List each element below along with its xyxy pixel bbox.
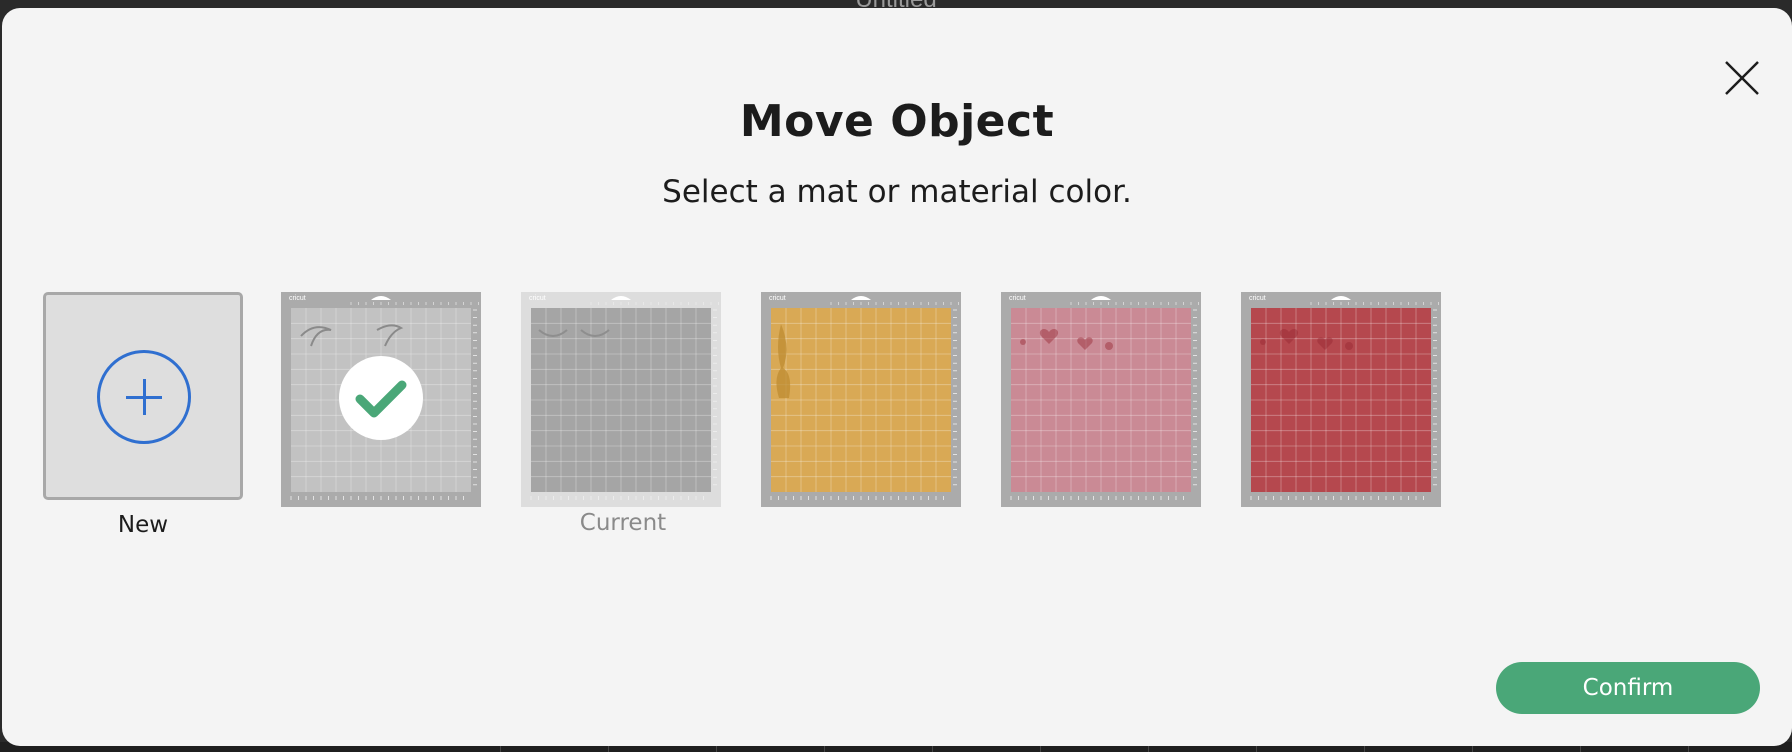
svg-text:cricut: cricut xyxy=(1009,295,1026,302)
mat-tile-5[interactable]: cricut xyxy=(1241,292,1441,507)
dialog-subtitle: Select a mat or material color. xyxy=(662,174,1132,210)
plus-circle-icon xyxy=(97,350,191,444)
selected-check-icon xyxy=(339,356,423,440)
svg-text:cricut: cricut xyxy=(769,295,786,302)
new-mat-tile[interactable] xyxy=(43,292,243,500)
current-mat-label: Current xyxy=(579,510,667,536)
close-icon[interactable] xyxy=(1722,58,1762,98)
mat-tile-3[interactable]: cricut xyxy=(761,292,961,507)
dialog-title: Move Object xyxy=(739,96,1055,147)
move-object-dialog: Move Object Select a mat or material col… xyxy=(2,8,1792,746)
mat-tile-2[interactable]: cricut xyxy=(521,292,721,507)
mat-tile-4[interactable]: cricut xyxy=(1001,292,1201,507)
svg-text:cricut: cricut xyxy=(1249,295,1266,302)
confirm-button[interactable]: Confirm xyxy=(1496,662,1760,714)
new-mat-label: New xyxy=(117,512,169,538)
svg-text:cricut: cricut xyxy=(529,295,546,302)
svg-text:cricut: cricut xyxy=(289,295,306,302)
